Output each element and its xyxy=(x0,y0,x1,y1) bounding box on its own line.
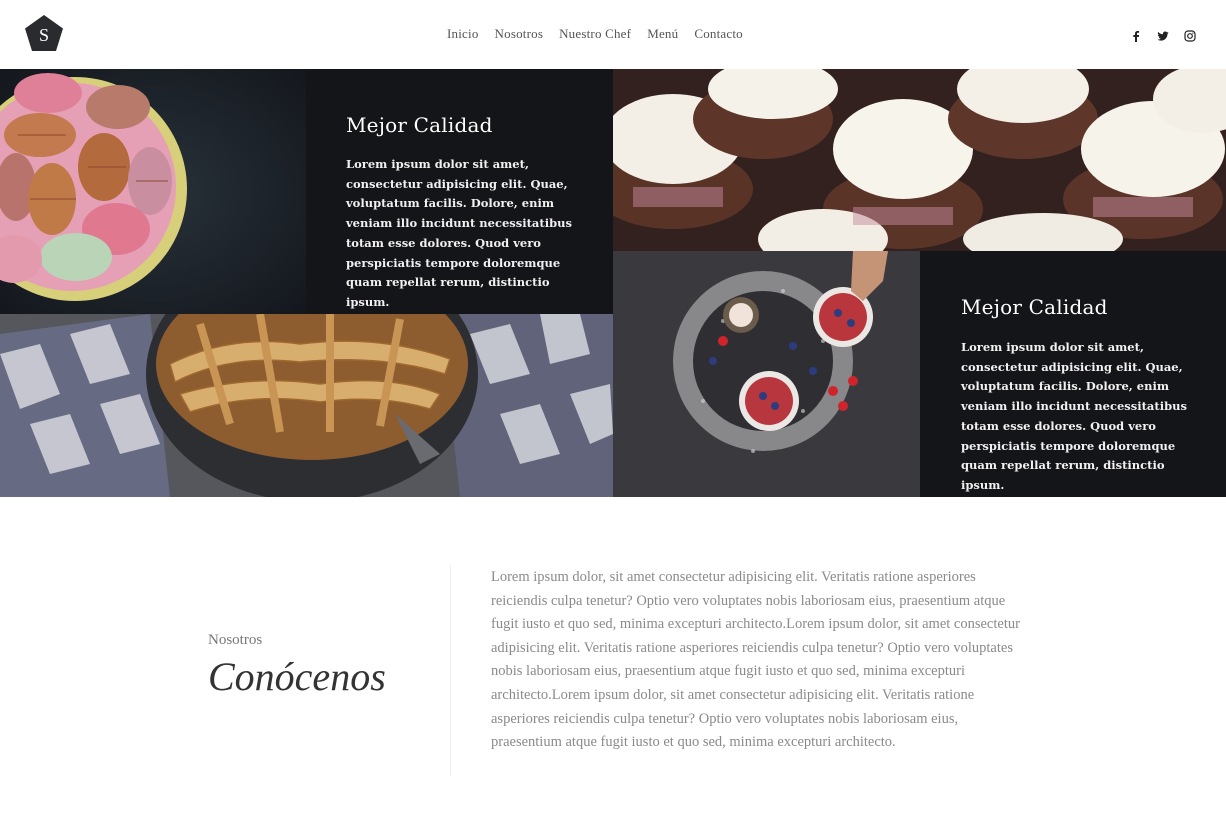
about-title: Conócenos xyxy=(208,654,386,699)
nav-item-contacto[interactable]: Contacto xyxy=(694,26,743,42)
macarons-image xyxy=(0,69,306,314)
twitter-icon[interactable] xyxy=(1157,27,1169,41)
about-text: Lorem ipsum dolor, sit amet consectetur … xyxy=(491,569,1020,751)
facebook-icon[interactable] xyxy=(1130,27,1142,42)
instagram-icon[interactable] xyxy=(1184,27,1196,42)
quality-panel-2: Mejor Calidad Lorem ipsum dolor sit amet… xyxy=(920,251,1226,497)
hero-grid: Mejor Calidad Lorem ipsum dolor sit amet… xyxy=(0,69,1226,497)
panel-1-title: Mejor Calidad xyxy=(346,113,493,137)
logo-icon[interactable]: S xyxy=(24,14,64,52)
about-divider xyxy=(450,565,451,776)
panel-2-text: Lorem ipsum dolor sit amet, consectetur … xyxy=(961,340,1187,492)
about-kicker: Nosotros xyxy=(208,632,263,648)
cupcakes-image xyxy=(613,69,1226,251)
quality-panel-1: Mejor Calidad Lorem ipsum dolor sit amet… xyxy=(306,69,613,314)
about-heading: Nosotros Conócenos xyxy=(208,632,386,700)
nav-item-nuestro-chef[interactable]: Nuestro Chef xyxy=(559,26,631,42)
logo-letter: S xyxy=(39,25,49,45)
nav-item-menu[interactable]: Menú xyxy=(647,26,678,42)
nav-item-nosotros[interactable]: Nosotros xyxy=(495,26,544,42)
berries-bowls-image xyxy=(613,251,920,497)
panel-1-text: Lorem ipsum dolor sit amet, consectetur … xyxy=(346,157,572,309)
apple-pie-image xyxy=(0,314,613,497)
site-header: S Inicio Nosotros Nuestro Chef Menú Cont… xyxy=(0,0,1226,69)
panel-2-title: Mejor Calidad xyxy=(961,295,1108,319)
main-nav: Inicio Nosotros Nuestro Chef Menú Contac… xyxy=(447,26,743,42)
nav-item-inicio[interactable]: Inicio xyxy=(447,26,479,42)
social-links xyxy=(1130,27,1196,42)
